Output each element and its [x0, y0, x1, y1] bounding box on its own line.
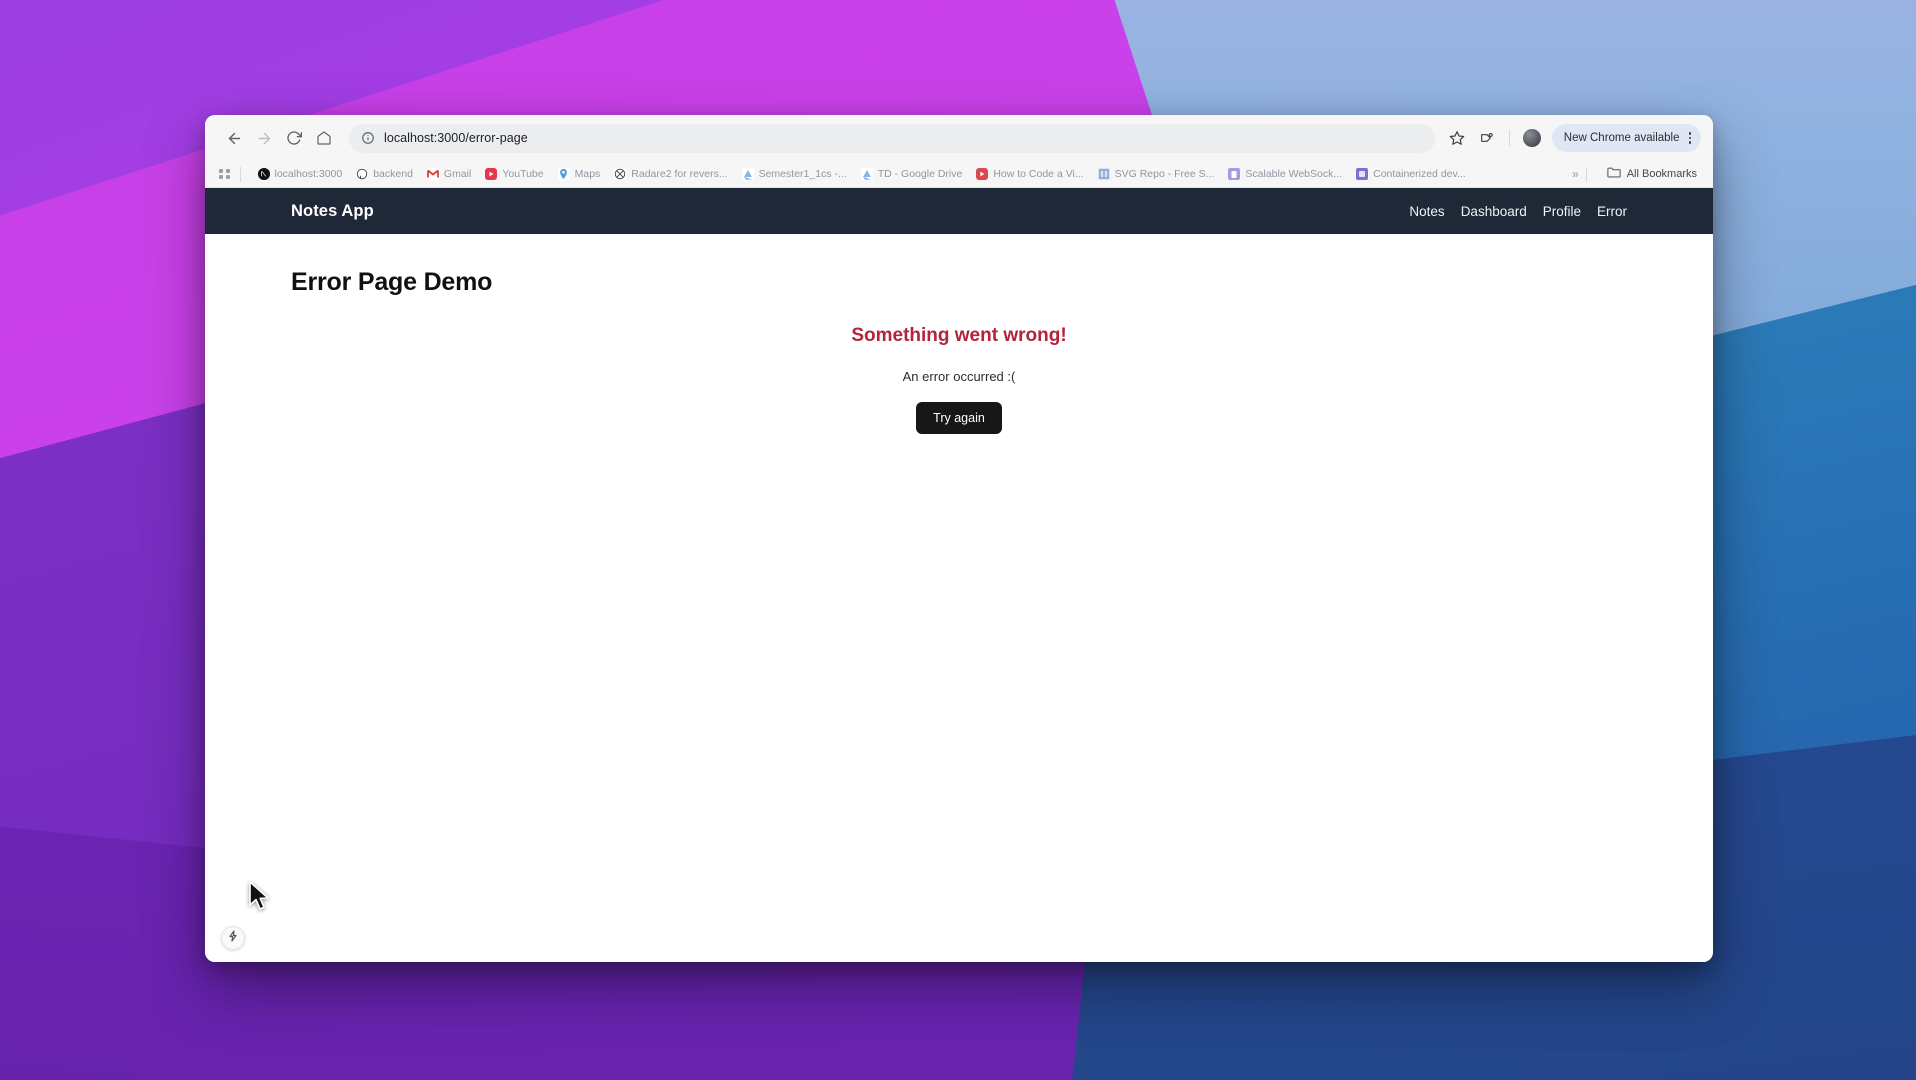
- bookmark-label: Scalable WebSock...: [1245, 168, 1343, 180]
- radare2-icon: [614, 168, 627, 180]
- bookmark-item[interactable]: backend: [349, 165, 420, 183]
- bookmark-label: SVG Repo - Free S...: [1114, 168, 1215, 180]
- google-drive-icon: [860, 168, 873, 180]
- bookmark-label: Radare2 for revers...: [631, 168, 728, 180]
- bookmark-item[interactable]: SVG Repo - Free S...: [1091, 165, 1222, 183]
- home-button[interactable]: [309, 123, 339, 153]
- youtube-icon: [485, 168, 498, 180]
- address-bar-url: localhost:3000/error-page: [384, 131, 528, 145]
- bookmark-label: TD - Google Drive: [877, 168, 963, 180]
- bookmark-label: Maps: [574, 168, 601, 180]
- bookmarks-divider-right: [1585, 166, 1587, 182]
- bookmark-item[interactable]: Containerized dev...: [1349, 165, 1473, 183]
- try-again-button[interactable]: Try again: [916, 402, 1002, 434]
- toolbar-divider: [1508, 130, 1510, 146]
- star-icon[interactable]: [1443, 124, 1471, 152]
- nav-link-dashboard[interactable]: Dashboard: [1461, 204, 1527, 219]
- bookmark-label: Semester1_1cs -...: [758, 168, 847, 180]
- toolbar-right-group: New Chrome available: [1443, 124, 1701, 152]
- back-button[interactable]: [219, 123, 249, 153]
- chrome-update-button[interactable]: New Chrome available: [1551, 124, 1701, 152]
- all-bookmarks-group: All Bookmarks: [1601, 162, 1703, 186]
- desktop-wallpaper: localhost:3000/error-page New Chrome ava…: [0, 0, 1916, 1080]
- nextjs-dev-indicator[interactable]: [221, 926, 245, 950]
- avatar[interactable]: [1518, 124, 1546, 152]
- bookmark-item[interactable]: localhost:3000: [251, 165, 350, 183]
- container-icon: [1356, 168, 1369, 180]
- info-circle-icon[interactable]: [361, 131, 375, 145]
- error-block: Something went wrong! An error occurred …: [291, 319, 1627, 434]
- svgrepo-icon: [1097, 168, 1110, 180]
- app-nav-links: Notes Dashboard Profile Error: [1409, 204, 1627, 219]
- github-icon: [356, 168, 369, 180]
- bookmark-label: Gmail: [443, 168, 472, 180]
- maps-pin-icon: [557, 168, 570, 180]
- browser-window: localhost:3000/error-page New Chrome ava…: [205, 115, 1713, 962]
- bookmarks-bar: localhost:3000 backend Gmail YouTube Map…: [205, 161, 1713, 188]
- apps-grid-icon[interactable]: [219, 168, 230, 180]
- bookmark-item[interactable]: How to Code a Vi...: [969, 165, 1090, 183]
- forward-button[interactable]: [249, 123, 279, 153]
- bookmark-item[interactable]: YouTube: [478, 165, 550, 183]
- extensions-icon[interactable]: [1473, 124, 1501, 152]
- all-bookmarks-button[interactable]: All Bookmarks: [1601, 162, 1703, 186]
- bookmark-item[interactable]: Maps: [551, 165, 608, 183]
- bookmark-label: YouTube: [502, 168, 544, 180]
- nextjs-icon: [257, 168, 270, 180]
- chrome-update-label: New Chrome available: [1563, 132, 1680, 144]
- reload-button[interactable]: [279, 123, 309, 153]
- bookmark-item[interactable]: Radare2 for revers...: [607, 165, 734, 183]
- app-navbar: Notes App Notes Dashboard Profile Error: [205, 188, 1713, 234]
- gmail-icon: [426, 168, 439, 180]
- bookmark-label: Containerized dev...: [1373, 168, 1466, 180]
- lightning-bolt-icon: [228, 929, 238, 947]
- nav-link-error[interactable]: Error: [1597, 204, 1627, 219]
- websocket-icon: [1228, 168, 1241, 180]
- bookmarks-overflow-button[interactable]: »: [1564, 167, 1586, 181]
- folder-icon: [1607, 165, 1621, 183]
- bookmarks-divider: [239, 166, 241, 182]
- bookmark-item[interactable]: TD - Google Drive: [854, 165, 970, 183]
- bookmark-item[interactable]: Gmail: [420, 165, 478, 183]
- page-body: Error Page Demo Something went wrong! An…: [205, 234, 1713, 962]
- youtube-icon: [976, 168, 989, 180]
- page-viewport: Notes App Notes Dashboard Profile Error …: [205, 188, 1713, 962]
- google-drive-icon: [741, 168, 754, 180]
- browser-toolbar: localhost:3000/error-page New Chrome ava…: [205, 115, 1713, 161]
- nav-link-profile[interactable]: Profile: [1543, 204, 1581, 219]
- bookmark-item[interactable]: Semester1_1cs -...: [735, 165, 854, 183]
- error-message: An error occurred :(: [902, 369, 1016, 384]
- page-title: Error Page Demo: [291, 268, 493, 296]
- bookmark-item[interactable]: Scalable WebSock...: [1221, 165, 1349, 183]
- error-heading: Something went wrong!: [851, 325, 1067, 346]
- bookmark-label: localhost:3000: [274, 168, 343, 180]
- bookmarks-list: localhost:3000 backend Gmail YouTube Map…: [251, 165, 1565, 183]
- app-brand[interactable]: Notes App: [291, 202, 374, 221]
- address-bar[interactable]: localhost:3000/error-page: [349, 123, 1435, 153]
- all-bookmarks-label: All Bookmarks: [1626, 168, 1697, 180]
- bookmark-label: How to Code a Vi...: [993, 168, 1084, 180]
- kebab-menu-icon[interactable]: [1685, 132, 1696, 144]
- nav-link-notes[interactable]: Notes: [1409, 204, 1444, 219]
- bookmark-label: backend: [373, 168, 413, 180]
